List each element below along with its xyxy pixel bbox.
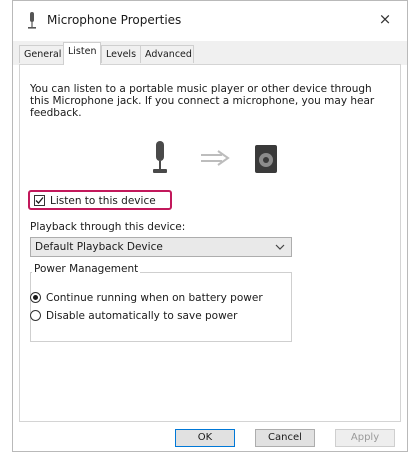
radio-label[interactable]: Continue running when on battery power (46, 291, 263, 305)
chevron-down-icon (275, 244, 285, 250)
tab-general[interactable]: General (19, 45, 64, 63)
radio-button[interactable] (30, 310, 41, 321)
close-button[interactable]: × (373, 7, 397, 31)
listen-illustration (20, 141, 400, 177)
radio-label[interactable]: Disable automatically to save power (46, 309, 237, 323)
window-title: Microphone Properties (47, 13, 182, 27)
tab-advanced[interactable]: Advanced (140, 45, 194, 63)
speaker-icon (255, 145, 277, 173)
listen-checkbox[interactable] (34, 195, 45, 206)
listen-description: You can listen to a portable music playe… (30, 83, 375, 119)
radio-button[interactable] (30, 292, 41, 303)
tab-strip: General Listen Levels Advanced (13, 41, 407, 65)
checkmark-icon (35, 197, 44, 204)
tab-listen[interactable]: Listen (63, 42, 101, 65)
tab-levels[interactable]: Levels (101, 45, 141, 63)
power-management-legend: Power Management (32, 263, 141, 275)
power-management-group (30, 272, 292, 342)
title-bar: Microphone Properties × (13, 1, 407, 41)
apply-button[interactable]: Apply (335, 429, 395, 447)
arrow-right-icon (201, 150, 230, 166)
microphone-properties-dialog: Microphone Properties × General Listen L… (12, 0, 408, 452)
cancel-button[interactable]: Cancel (255, 429, 315, 447)
listen-checkbox-label[interactable]: Listen to this device (50, 195, 156, 207)
playback-label: Playback through this device: (30, 221, 186, 233)
listen-tab-panel: You can listen to a portable music playe… (19, 64, 401, 422)
microphone-icon (153, 141, 167, 173)
ok-button[interactable]: OK (175, 429, 235, 447)
microphone-icon (28, 12, 36, 29)
playback-device-value: Default Playback Device (35, 241, 163, 253)
listen-checkbox-highlight[interactable]: Listen to this device (28, 190, 172, 210)
close-icon: × (378, 10, 392, 28)
playback-device-select[interactable]: Default Playback Device (30, 237, 292, 257)
